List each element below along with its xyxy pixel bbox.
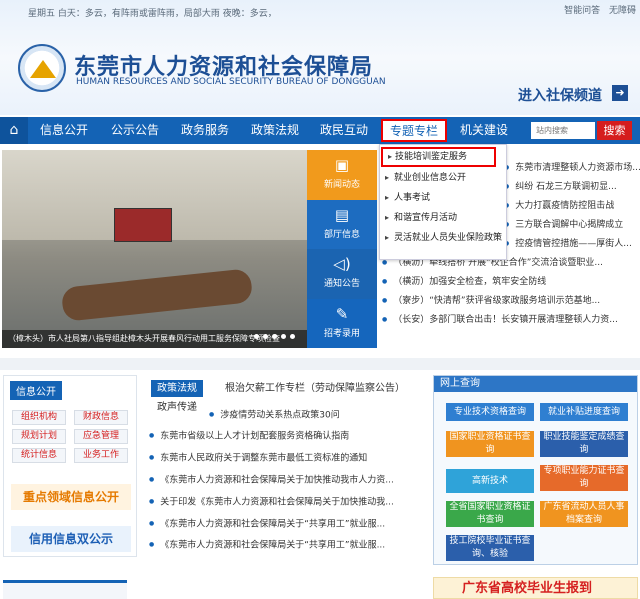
search-input[interactable]: 站内搜索	[531, 122, 595, 139]
stats-button[interactable]: 统计信息	[12, 448, 66, 463]
weather-text: 星期五 白天：多云，有阵雨或雷阵雨，局部大雨 夜晚：多云，	[28, 9, 277, 19]
section-divider	[0, 358, 640, 370]
main-nav: ⌂ 信息公开 公示公告 政务服务 政策法规 政民互动 专题专栏 机关建设 站内搜…	[0, 117, 640, 144]
accessibility-link[interactable]: 无障碍	[609, 6, 636, 16]
graduate-report-banner[interactable]: 广东省高校毕业生报到	[433, 577, 638, 599]
menu-item-employment-info[interactable]: 就业创业信息公开	[380, 168, 506, 188]
query-button[interactable]: 专项职业能力证书查询	[540, 465, 628, 491]
nav-policies[interactable]: 政策法规	[251, 117, 299, 144]
policy-row[interactable]: 《东莞市人力资源和社会保障局关于加快推动我市人力资...	[149, 471, 421, 489]
slide-photo-screen	[114, 208, 172, 242]
edit-icon: ✎	[335, 304, 349, 323]
online-query-header: 网上查询	[434, 376, 637, 392]
policy-row[interactable]: 《东莞市人力资源和社会保障局关于“共享用工”就业服...	[149, 515, 421, 533]
social-security-channel-link[interactable]: 进入社保频道	[518, 85, 602, 105]
policy-row[interactable]: 东莞市省级以上人才计划配套服务资格确认指南	[149, 427, 421, 445]
menu-item-harmony-month[interactable]: 和谐宣传月活动	[380, 208, 506, 228]
query-button[interactable]: 高新技术	[446, 469, 534, 493]
document-icon: ▤	[334, 205, 350, 224]
policy-row[interactable]: 东莞市人民政府关于调整东莞市最低工资标准的通知	[149, 449, 421, 467]
arrow-right-icon[interactable]: ➜	[612, 85, 628, 101]
nav-notices[interactable]: 公示公告	[111, 117, 159, 144]
site-title-en: HUMAN RESOURCES AND SOCIAL SECURITY BURE…	[76, 77, 386, 87]
business-button[interactable]: 业务工作	[74, 448, 128, 463]
category-tiles: ▣ 新闻动态 ▤ 部厅信息 ◁) 通知公告 ✎ 招考录用	[307, 150, 377, 348]
finance-button[interactable]: 财政信息	[74, 410, 128, 425]
menu-item-flexible-employment[interactable]: 灵活就业人员失业保险政策	[380, 228, 506, 248]
query-button[interactable]: 专业技术资格查询	[446, 403, 534, 421]
tile-recruitment[interactable]: ✎ 招考录用	[307, 298, 377, 348]
bottom-left-panel	[3, 580, 127, 599]
speaker-icon: ◁)	[333, 255, 351, 273]
nav-info-public[interactable]: 信息公开	[40, 117, 88, 144]
newspaper-icon: ▣	[334, 156, 350, 174]
special-topics-dropdown: 技能培训鉴定服务 就业创业信息公开 人事考试 和谐宣传月活动 灵活就业人员失业保…	[379, 144, 507, 260]
news-slideshow[interactable]: （樟木头）市人社局第八指导组赴樟木头开展春风行动用工服务保障专项检查	[2, 150, 307, 348]
search-button[interactable]: 搜索	[597, 121, 632, 140]
plan-button[interactable]: 规划计划	[12, 429, 66, 444]
policy-row[interactable]: 《东莞市人力资源和社会保障局关于“共享用工”就业服...	[149, 536, 421, 554]
query-button[interactable]: 广东省流动人员人事档案查询	[540, 501, 628, 527]
slide-photo-table	[60, 268, 254, 322]
policy-panel: 政策法规 根治欠薪工作专栏（劳动保障监察公告） 政声传递 涉疫情劳动关系热点政策…	[143, 375, 427, 557]
emergency-button[interactable]: 应急管理	[74, 429, 128, 444]
tile-dept-info[interactable]: ▤ 部厅信息	[307, 199, 377, 249]
menu-item-skills-training[interactable]: 技能培训鉴定服务	[381, 147, 496, 167]
top-links: 智能问答 无障碍	[558, 3, 636, 16]
smart-qa-link[interactable]: 智能问答	[564, 6, 600, 16]
tab-policies[interactable]: 政策法规	[151, 380, 203, 397]
query-button[interactable]: 全省国家职业资格证书查询	[446, 501, 534, 527]
nav-interaction[interactable]: 政民互动	[320, 117, 368, 144]
slide-dots[interactable]	[250, 331, 295, 342]
info-public-header[interactable]: 信息公开	[10, 381, 62, 400]
query-button[interactable]: 就业补贴进度查询	[540, 403, 628, 421]
credit-info-banner[interactable]: 信用信息双公示	[11, 526, 131, 552]
bureau-logo	[18, 44, 66, 92]
query-button[interactable]: 职业技能鉴定成绩查询	[540, 431, 628, 457]
query-button[interactable]: 技工院校毕业证书查询、核验	[446, 535, 534, 561]
header: 星期五 白天：多云，有阵雨或雷阵雨，局部大雨 夜晚：多云， 智能问答 无障碍 东…	[0, 0, 640, 115]
key-areas-banner[interactable]: 重点领域信息公开	[11, 484, 131, 510]
home-icon[interactable]: ⌂	[0, 117, 28, 144]
nav-special-topics[interactable]: 专题专栏	[381, 119, 448, 142]
nav-organization[interactable]: 机关建设	[460, 117, 508, 144]
news-item[interactable]: （长安）多部门联合出击！长安镇开展清理整顿人力资...	[382, 310, 640, 329]
policy-row[interactable]: 涉疫情劳动关系热点政策30问	[149, 406, 421, 424]
tile-news[interactable]: ▣ 新闻动态	[307, 150, 377, 200]
nav-services[interactable]: 政务服务	[181, 117, 229, 144]
query-button[interactable]: 国家职业资格证书查询	[446, 431, 534, 457]
tab-wage-arrears[interactable]: 根治欠薪工作专栏（劳动保障监察公告）	[219, 380, 411, 397]
online-query-panel: 网上查询 专业技术资格查询 就业补贴进度查询 国家职业资格证书查询 职业技能鉴定…	[433, 375, 638, 565]
tile-notices[interactable]: ◁) 通知公告	[307, 249, 377, 299]
policy-row[interactable]: 关于印发《东莞市人力资源和社会保障局关于加快推动我...	[149, 493, 421, 511]
news-item[interactable]: （寮步）“快清帮”获评省级家政服务培训示范基地...	[382, 291, 640, 310]
news-item[interactable]: （横沥）加强安全检查，筑牢安全防线	[382, 272, 640, 291]
org-button[interactable]: 组织机构	[12, 410, 66, 425]
menu-item-personnel-exam[interactable]: 人事考试	[380, 188, 506, 208]
